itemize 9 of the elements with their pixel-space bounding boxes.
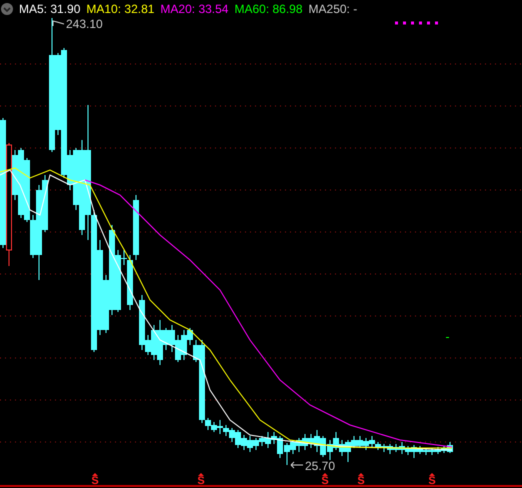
- moving-average-value: MA60: 86.98: [234, 2, 303, 16]
- low-price-arrow-icon: [290, 462, 304, 468]
- low-price-label: 25.70: [305, 459, 336, 473]
- moving-average-value: MA10: 32.81: [86, 2, 154, 16]
- collapse-toggle-icon[interactable]: [1, 3, 13, 15]
- moving-average-value: MA20: 33.54: [160, 2, 228, 16]
- high-price-label: 243.10: [66, 18, 103, 31]
- moving-average-value: MA250: -: [308, 2, 358, 16]
- moving-average-value: MA5: 31.90: [19, 2, 80, 16]
